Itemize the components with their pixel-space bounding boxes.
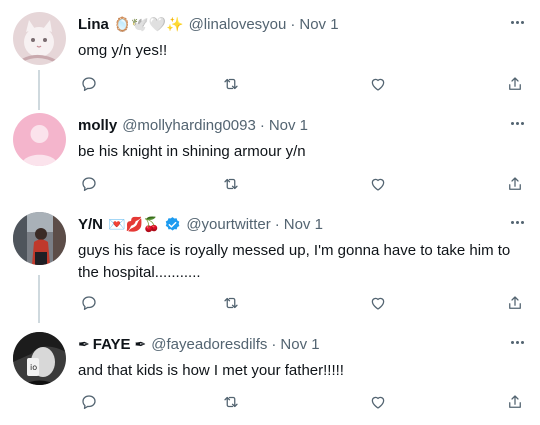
- reply-icon[interactable]: [78, 173, 100, 195]
- retweet-icon[interactable]: [220, 292, 242, 314]
- display-name[interactable]: Y/N: [78, 216, 103, 233]
- tweet-actions: [78, 73, 530, 95]
- tweet[interactable]: io ✒ FAYE ✒ @fayeadoresdilfs · Nov 1 and…: [0, 320, 540, 425]
- timestamp[interactable]: Nov 1: [269, 117, 308, 134]
- more-options-icon[interactable]: [506, 214, 528, 230]
- name-suffix-emoji: ✒: [134, 335, 147, 352]
- more-options-icon[interactable]: [506, 334, 528, 350]
- display-name[interactable]: Lina: [78, 16, 109, 33]
- retweet-icon[interactable]: [220, 391, 242, 413]
- verified-badge-icon: [164, 216, 181, 233]
- tweet-actions: [78, 292, 530, 314]
- avatar[interactable]: [13, 113, 66, 166]
- name-prefix-emoji: ✒: [78, 335, 90, 352]
- tweet-text: be his knight in shining armour y/n: [78, 143, 306, 160]
- separator: ·: [259, 116, 265, 134]
- avatar[interactable]: [13, 12, 66, 65]
- reply-thread: Lina 🪞🕊️🤍✨ @linalovesyou · Nov 1 omg y/n…: [0, 0, 540, 425]
- tweet-actions: [78, 173, 530, 195]
- timestamp[interactable]: Nov 1: [280, 336, 319, 353]
- tweet-actions: [78, 391, 530, 413]
- like-icon[interactable]: [367, 173, 389, 195]
- tweet-text: omg y/n yes!!: [78, 42, 168, 59]
- like-icon[interactable]: [367, 391, 389, 413]
- tweet[interactable]: Y/N 💌💋🍒 @yourtwitter · Nov 1 guys his fa…: [0, 200, 540, 322]
- name-emojis: 🪞🕊️🤍✨: [113, 15, 184, 32]
- like-icon[interactable]: [367, 73, 389, 95]
- handle[interactable]: @mollyharding0093: [122, 117, 256, 134]
- handle[interactable]: @yourtwitter: [186, 216, 270, 233]
- display-name[interactable]: FAYE: [93, 336, 131, 353]
- more-options-icon[interactable]: [506, 14, 528, 30]
- handle[interactable]: @linalovesyou: [189, 16, 287, 33]
- share-icon[interactable]: [504, 391, 526, 413]
- retweet-icon[interactable]: [220, 73, 242, 95]
- reply-icon[interactable]: [78, 73, 100, 95]
- name-emojis: 💌💋🍒: [108, 215, 161, 232]
- avatar[interactable]: io: [13, 332, 66, 385]
- svg-text:io: io: [30, 363, 37, 372]
- like-icon[interactable]: [367, 292, 389, 314]
- timestamp[interactable]: Nov 1: [284, 216, 323, 233]
- reply-icon[interactable]: [78, 292, 100, 314]
- tweet-text: guys his face is royally messed up, I'm …: [78, 242, 511, 281]
- separator: ·: [274, 215, 280, 233]
- retweet-icon[interactable]: [220, 173, 242, 195]
- tweet[interactable]: Lina 🪞🕊️🤍✨ @linalovesyou · Nov 1 omg y/n…: [0, 0, 540, 108]
- share-icon[interactable]: [504, 73, 526, 95]
- display-name[interactable]: molly: [78, 117, 117, 134]
- handle[interactable]: @fayeadoresdilfs: [151, 336, 267, 353]
- more-options-icon[interactable]: [506, 115, 528, 131]
- timestamp[interactable]: Nov 1: [299, 16, 338, 33]
- separator: ·: [290, 15, 296, 33]
- avatar[interactable]: [13, 212, 66, 265]
- separator: ·: [271, 335, 277, 353]
- share-icon[interactable]: [504, 173, 526, 195]
- reply-icon[interactable]: [78, 391, 100, 413]
- tweet[interactable]: molly @mollyharding0093 · Nov 1 be his k…: [0, 101, 540, 204]
- tweet-text: and that kids is how I met your father!!…: [78, 362, 344, 379]
- share-icon[interactable]: [504, 292, 526, 314]
